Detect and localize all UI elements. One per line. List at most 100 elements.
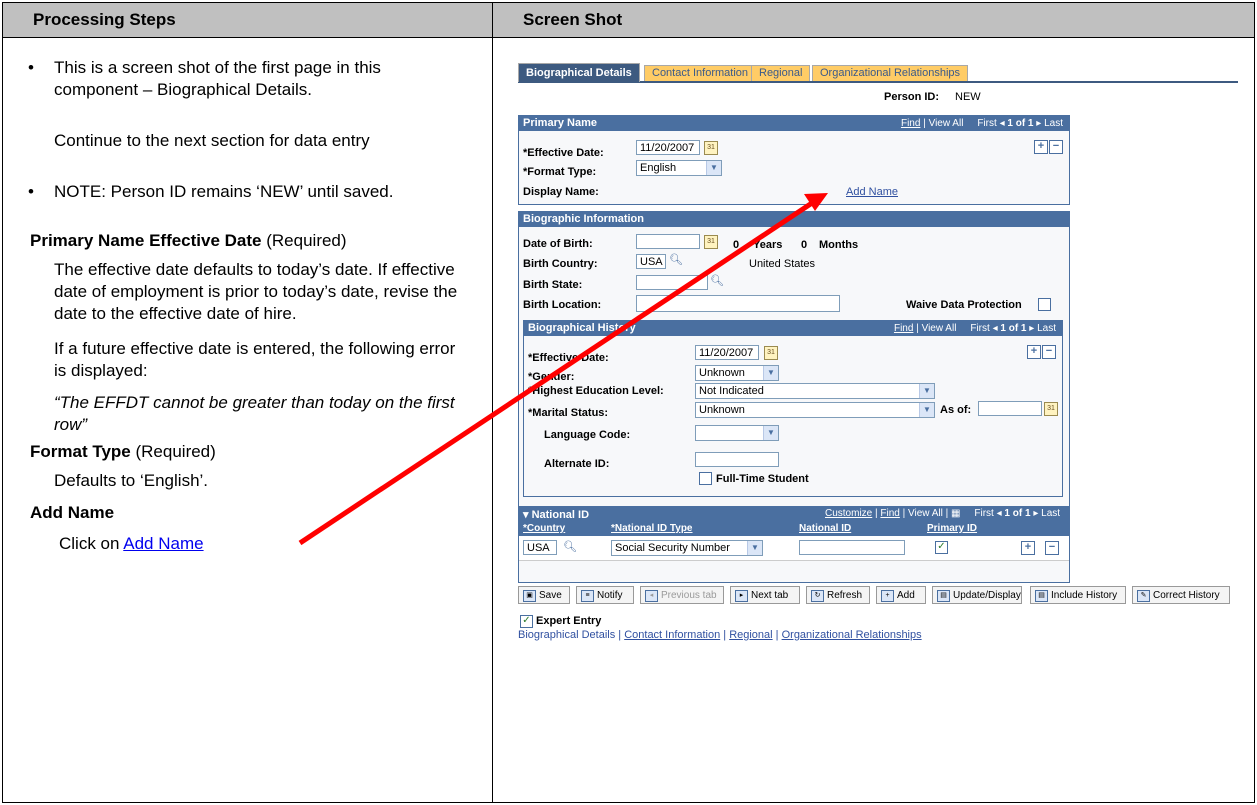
- row-country-input[interactable]: USA: [523, 540, 557, 555]
- primary-name-last[interactable]: Last: [1044, 118, 1063, 129]
- section-primary-name-req: (Required): [261, 231, 347, 250]
- education-label: *Highest Education Level:: [528, 385, 664, 397]
- section-format-type-title: Format Type (Required): [30, 441, 490, 463]
- primary-name-first[interactable]: First: [977, 118, 996, 129]
- previous-tab-icon: ◂: [645, 590, 658, 602]
- col-national-id[interactable]: National ID: [799, 522, 851, 535]
- as-of-input[interactable]: [978, 401, 1042, 416]
- refresh-button[interactable]: ↻ Refresh: [806, 586, 870, 604]
- add-row-icon[interactable]: +: [1034, 140, 1048, 154]
- primary-eff-date-input[interactable]: 11/20/2007: [636, 140, 700, 155]
- gender-value: Unknown: [699, 367, 745, 379]
- correct-history-label: Correct History: [1153, 590, 1220, 601]
- row-country-search-icon[interactable]: 🔍︎: [563, 540, 577, 553]
- tab-contact-information[interactable]: Contact Information: [644, 65, 756, 81]
- bio-history-viewall[interactable]: | View All: [913, 323, 956, 334]
- delete-row-icon[interactable]: −: [1049, 140, 1063, 154]
- footer-link-biographical[interactable]: Biographical Details: [518, 629, 615, 641]
- search-icon[interactable]: 🔍︎: [669, 253, 683, 266]
- history-add-row-icon[interactable]: +: [1027, 345, 1041, 359]
- national-id-title[interactable]: ▾ National ID: [523, 508, 589, 521]
- bio-history-last[interactable]: Last: [1037, 323, 1056, 334]
- format-type-select[interactable]: English ▼: [636, 160, 722, 176]
- bio-history-first[interactable]: First: [970, 323, 989, 334]
- peoplesoft-page: Biographical Details Contact Information…: [518, 63, 1248, 663]
- biographical-history-header: Biographical History Find | View All Fir…: [524, 321, 1062, 336]
- format-type-label: *Format Type:: [523, 166, 597, 178]
- full-time-student-checkbox[interactable]: [699, 472, 712, 485]
- update-display-button[interactable]: ▤ Update/Display: [932, 586, 1022, 604]
- section-add-name-title: Add Name: [30, 503, 115, 522]
- include-history-button[interactable]: ▤ Include History: [1030, 586, 1126, 604]
- prev-arrow-icon[interactable]: ◂: [1000, 118, 1005, 129]
- col-country[interactable]: *Country: [523, 522, 565, 535]
- expert-entry-checkbox[interactable]: ✓: [520, 615, 533, 628]
- notify-button[interactable]: ≡ Notify: [576, 586, 634, 604]
- language-code-label: Language Code:: [544, 429, 631, 441]
- education-select[interactable]: Not Indicated ▼: [695, 383, 935, 399]
- col-national-id-type[interactable]: *National ID Type: [611, 522, 693, 535]
- next-tab-button[interactable]: ▸ Next tab: [730, 586, 800, 604]
- national-id-viewall[interactable]: View All: [908, 508, 943, 519]
- add-button[interactable]: + Add: [876, 586, 926, 604]
- national-id-find-link[interactable]: Find: [880, 508, 899, 519]
- birth-state-input[interactable]: [636, 275, 708, 290]
- col-primary-id[interactable]: Primary ID: [927, 522, 977, 535]
- dob-input[interactable]: [636, 234, 700, 249]
- row-primary-id-checkbox[interactable]: ✓: [935, 541, 948, 554]
- history-delete-row-icon[interactable]: −: [1042, 345, 1056, 359]
- alternate-id-label: Alternate ID:: [544, 458, 610, 470]
- screen-shot-header: Screen Shot: [492, 2, 1255, 38]
- update-display-icon: ▤: [937, 590, 950, 602]
- waive-data-protection-checkbox[interactable]: [1038, 298, 1051, 311]
- prev-arrow-icon[interactable]: ◂: [993, 323, 998, 334]
- history-calendar-icon[interactable]: 31: [764, 346, 778, 360]
- marital-status-value: Unknown: [699, 404, 745, 416]
- primary-name-viewall[interactable]: | View All: [920, 118, 963, 129]
- correct-history-button[interactable]: ✎ Correct History: [1132, 586, 1230, 604]
- section-format-type-bold: Format Type: [30, 442, 131, 461]
- grid-icon[interactable]: ▦: [951, 508, 960, 519]
- national-id-last[interactable]: Last: [1041, 508, 1060, 519]
- bio-history-find-link[interactable]: Find: [894, 323, 913, 334]
- primary-name-find-link[interactable]: Find: [901, 118, 920, 129]
- next-arrow-icon[interactable]: ▸: [1036, 118, 1041, 129]
- gender-select[interactable]: Unknown ▼: [695, 365, 779, 381]
- dob-calendar-icon[interactable]: 31: [704, 235, 718, 249]
- section-primary-name-title: Primary Name Effective Date (Required): [30, 230, 490, 252]
- chevron-down-icon: ▼: [763, 426, 778, 440]
- national-id-first[interactable]: First: [974, 508, 993, 519]
- birth-country-label: Birth Country:: [523, 258, 598, 270]
- tab-regional[interactable]: Regional: [751, 65, 811, 81]
- biographical-history-box: Biographical History Find | View All Fir…: [523, 320, 1063, 497]
- next-arrow-icon[interactable]: ▸: [1033, 508, 1038, 519]
- birth-location-input[interactable]: [636, 295, 840, 312]
- row-type-select[interactable]: Social Security Number ▼: [611, 540, 763, 556]
- tab-biographical-details[interactable]: Biographical Details: [518, 63, 640, 82]
- calendar-icon[interactable]: 31: [704, 141, 718, 155]
- language-code-select[interactable]: ▼: [695, 425, 779, 441]
- birth-state-search-icon[interactable]: 🔍︎: [710, 274, 724, 287]
- tab-organizational-relationships[interactable]: Organizational Relationships: [812, 65, 969, 81]
- row-add-icon[interactable]: +: [1021, 541, 1035, 555]
- alternate-id-input[interactable]: [695, 452, 779, 467]
- footer-link-organizational[interactable]: Organizational Relationships: [782, 629, 922, 641]
- birth-country-input[interactable]: USA: [636, 254, 666, 269]
- footer-link-contact[interactable]: Contact Information: [624, 629, 720, 641]
- customize-link[interactable]: Customize: [825, 508, 872, 519]
- chevron-down-icon: ▼: [747, 541, 762, 555]
- as-of-calendar-icon[interactable]: 31: [1044, 402, 1058, 416]
- add-name-doc-link[interactable]: Add Name: [123, 534, 203, 553]
- biographical-history-nav: Find | View All First ◂ 1 of 1 ▸ Last: [894, 321, 1056, 336]
- previous-tab-button[interactable]: ◂ Previous tab: [640, 586, 724, 604]
- save-button[interactable]: ▣ Save: [518, 586, 570, 604]
- marital-status-select[interactable]: Unknown ▼: [695, 402, 935, 418]
- footer-link-regional[interactable]: Regional: [729, 629, 772, 641]
- birth-state-label: Birth State:: [523, 279, 583, 291]
- add-name-link[interactable]: Add Name: [846, 186, 898, 198]
- row-national-id-input[interactable]: [799, 540, 905, 555]
- row-delete-icon[interactable]: −: [1045, 541, 1059, 555]
- history-eff-date-input[interactable]: 11/20/2007: [695, 345, 759, 360]
- next-arrow-icon[interactable]: ▸: [1029, 323, 1034, 334]
- prev-arrow-icon[interactable]: ◂: [997, 508, 1002, 519]
